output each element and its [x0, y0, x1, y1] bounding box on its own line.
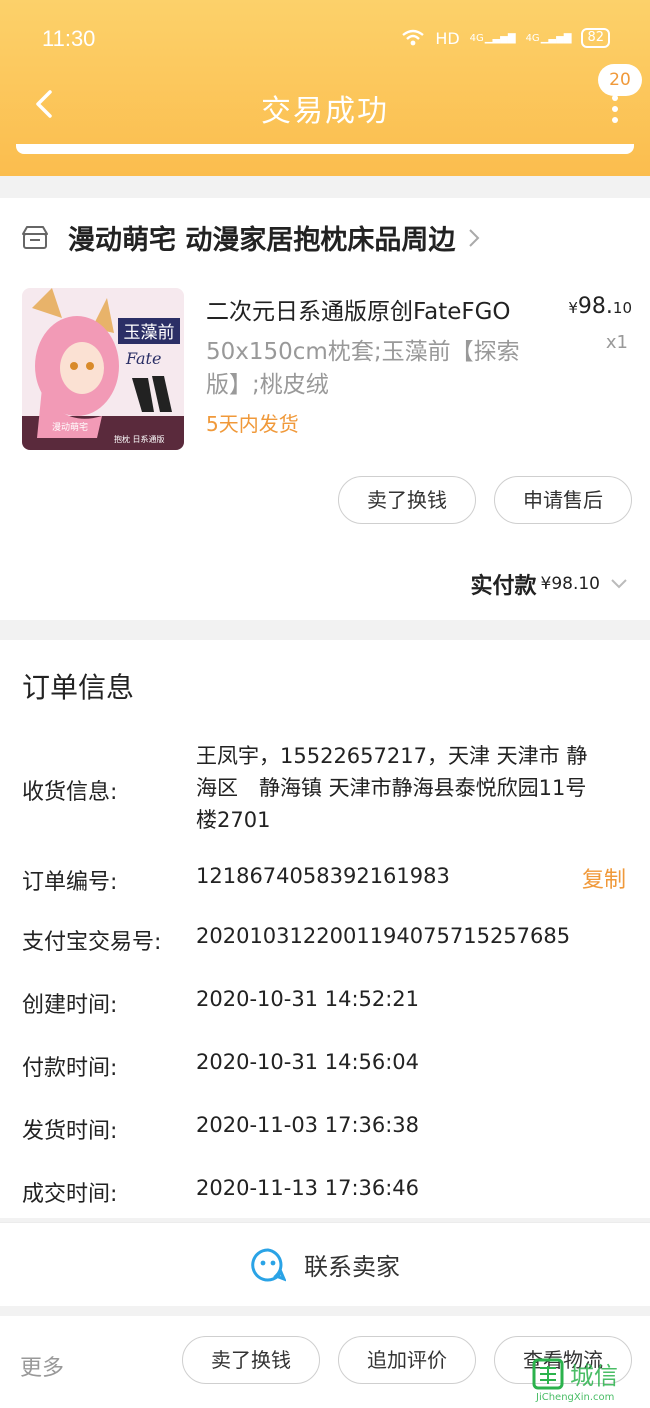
order-number: 1218674058392161983: [196, 864, 450, 888]
created-time: 2020-10-31 14:52:21: [196, 987, 420, 1011]
paid-time-label: 付款时间:: [22, 1056, 118, 1081]
alipay-number-label: 支付宝交易号:: [22, 930, 162, 955]
header: 11:30 HD 4G ▁▃▅▇ 4G ▁▃▅▇ 82 交易成功 20: [0, 0, 650, 176]
product-spec: 50x150cm枕套;玉藻前【探索版】;桃皮绒: [206, 339, 520, 398]
shop-name[interactable]: 漫动萌宅 动漫家居抱枕床品周边: [68, 218, 455, 257]
svg-text:Fate: Fate: [125, 349, 161, 368]
closed-time-label: 成交时间:: [22, 1182, 118, 1207]
product-image: 玉藻前 Fate 漫动萌宅 抱枕 日系通版: [22, 288, 184, 450]
more-options-icon[interactable]: [610, 94, 620, 124]
paid-amount: ¥98.10: [540, 574, 600, 594]
signal-icon-1: 4G ▁▃▅▇: [469, 32, 516, 44]
order-info-title: 订单信息: [22, 671, 135, 704]
message-badge[interactable]: 20: [598, 64, 642, 96]
wifi-icon: [402, 29, 425, 46]
chat-bubble-icon: [251, 1247, 286, 1281]
battery-icon: 82: [581, 28, 610, 48]
product-price: ¥98.10: [568, 294, 632, 319]
status-time: 11:30: [42, 26, 96, 51]
signal-icon-2: 4G ▁▃▅▇: [525, 32, 572, 44]
add-review-button[interactable]: 追加评价: [338, 1336, 476, 1384]
network-type: HD: [435, 28, 460, 48]
header-divider: [16, 144, 634, 154]
after-sale-button[interactable]: 申请售后: [494, 476, 632, 524]
more-link[interactable]: 更多: [20, 1350, 64, 1382]
contact-seller-label: 联系卖家: [304, 1253, 400, 1281]
shipped-time: 2020-11-03 17:36:38: [196, 1113, 420, 1137]
page-title: 交易成功: [261, 94, 389, 129]
product-thumbnail[interactable]: 玉藻前 Fate 漫动萌宅 抱枕 日系通版: [22, 288, 184, 450]
created-time-label: 创建时间:: [22, 993, 118, 1018]
shipped-time-label: 发货时间:: [22, 1119, 118, 1144]
shipping-note: 5天内发货: [206, 412, 299, 436]
nav-bar: 交易成功 20: [0, 64, 650, 140]
site-watermark-logo: 城信 JiChengXin.com: [532, 1358, 618, 1403]
status-icons: HD 4G ▁▃▅▇ 4G ▁▃▅▇ 82: [401, 28, 610, 48]
paid-amount-row[interactable]: 实付款 ¥98.10: [471, 568, 629, 600]
receiver-label: 收货信息:: [22, 780, 118, 805]
receiver-info: 王凤宇，15522657217，天津 天津市 静 海区 静海镇 天津市静海县泰悦…: [196, 744, 588, 832]
paid-label: 实付款: [470, 574, 537, 599]
copy-button[interactable]: 复制: [582, 862, 626, 894]
sell-button[interactable]: 卖了换钱: [338, 476, 476, 524]
shop-card: 漫动萌宅 动漫家居抱枕床品周边 玉藻前 Fate 漫动萌宅 抱枕 日系通版 二次…: [0, 198, 650, 620]
order-info-card: 订单信息 收货信息: 王凤宇，15522657217，天津 天津市 静 海区 静…: [0, 640, 650, 1218]
closed-time: 2020-11-13 17:36:46: [196, 1176, 420, 1200]
chevron-right-icon: [469, 228, 480, 247]
chevron-down-icon: [611, 579, 627, 589]
svg-text:城信: 城信: [570, 1362, 618, 1390]
shop-row[interactable]: 漫动萌宅 动漫家居抱枕床品周边: [22, 218, 481, 257]
product-quantity: x1: [605, 332, 628, 353]
alipay-number: 2020103122001194075715257685: [196, 924, 571, 948]
store-icon: [22, 225, 48, 249]
product-title[interactable]: 二次元日系通版原创FateFGO: [206, 292, 511, 326]
contact-seller-button[interactable]: 联系卖家: [0, 1222, 650, 1306]
svg-text:JiChengXin.com: JiChengXin.com: [535, 1392, 614, 1403]
svg-text:玉藻前: 玉藻前: [124, 323, 175, 343]
bottom-sell-button[interactable]: 卖了换钱: [182, 1336, 320, 1384]
status-bar: 11:30 HD 4G ▁▃▅▇ 4G ▁▃▅▇ 82: [0, 0, 650, 80]
order-number-label: 订单编号:: [22, 870, 118, 895]
svg-text:漫动萌宅: 漫动萌宅: [52, 421, 88, 433]
paid-time: 2020-10-31 14:56:04: [196, 1050, 420, 1074]
svg-text:抱枕 日系通版: 抱枕 日系通版: [114, 434, 165, 444]
